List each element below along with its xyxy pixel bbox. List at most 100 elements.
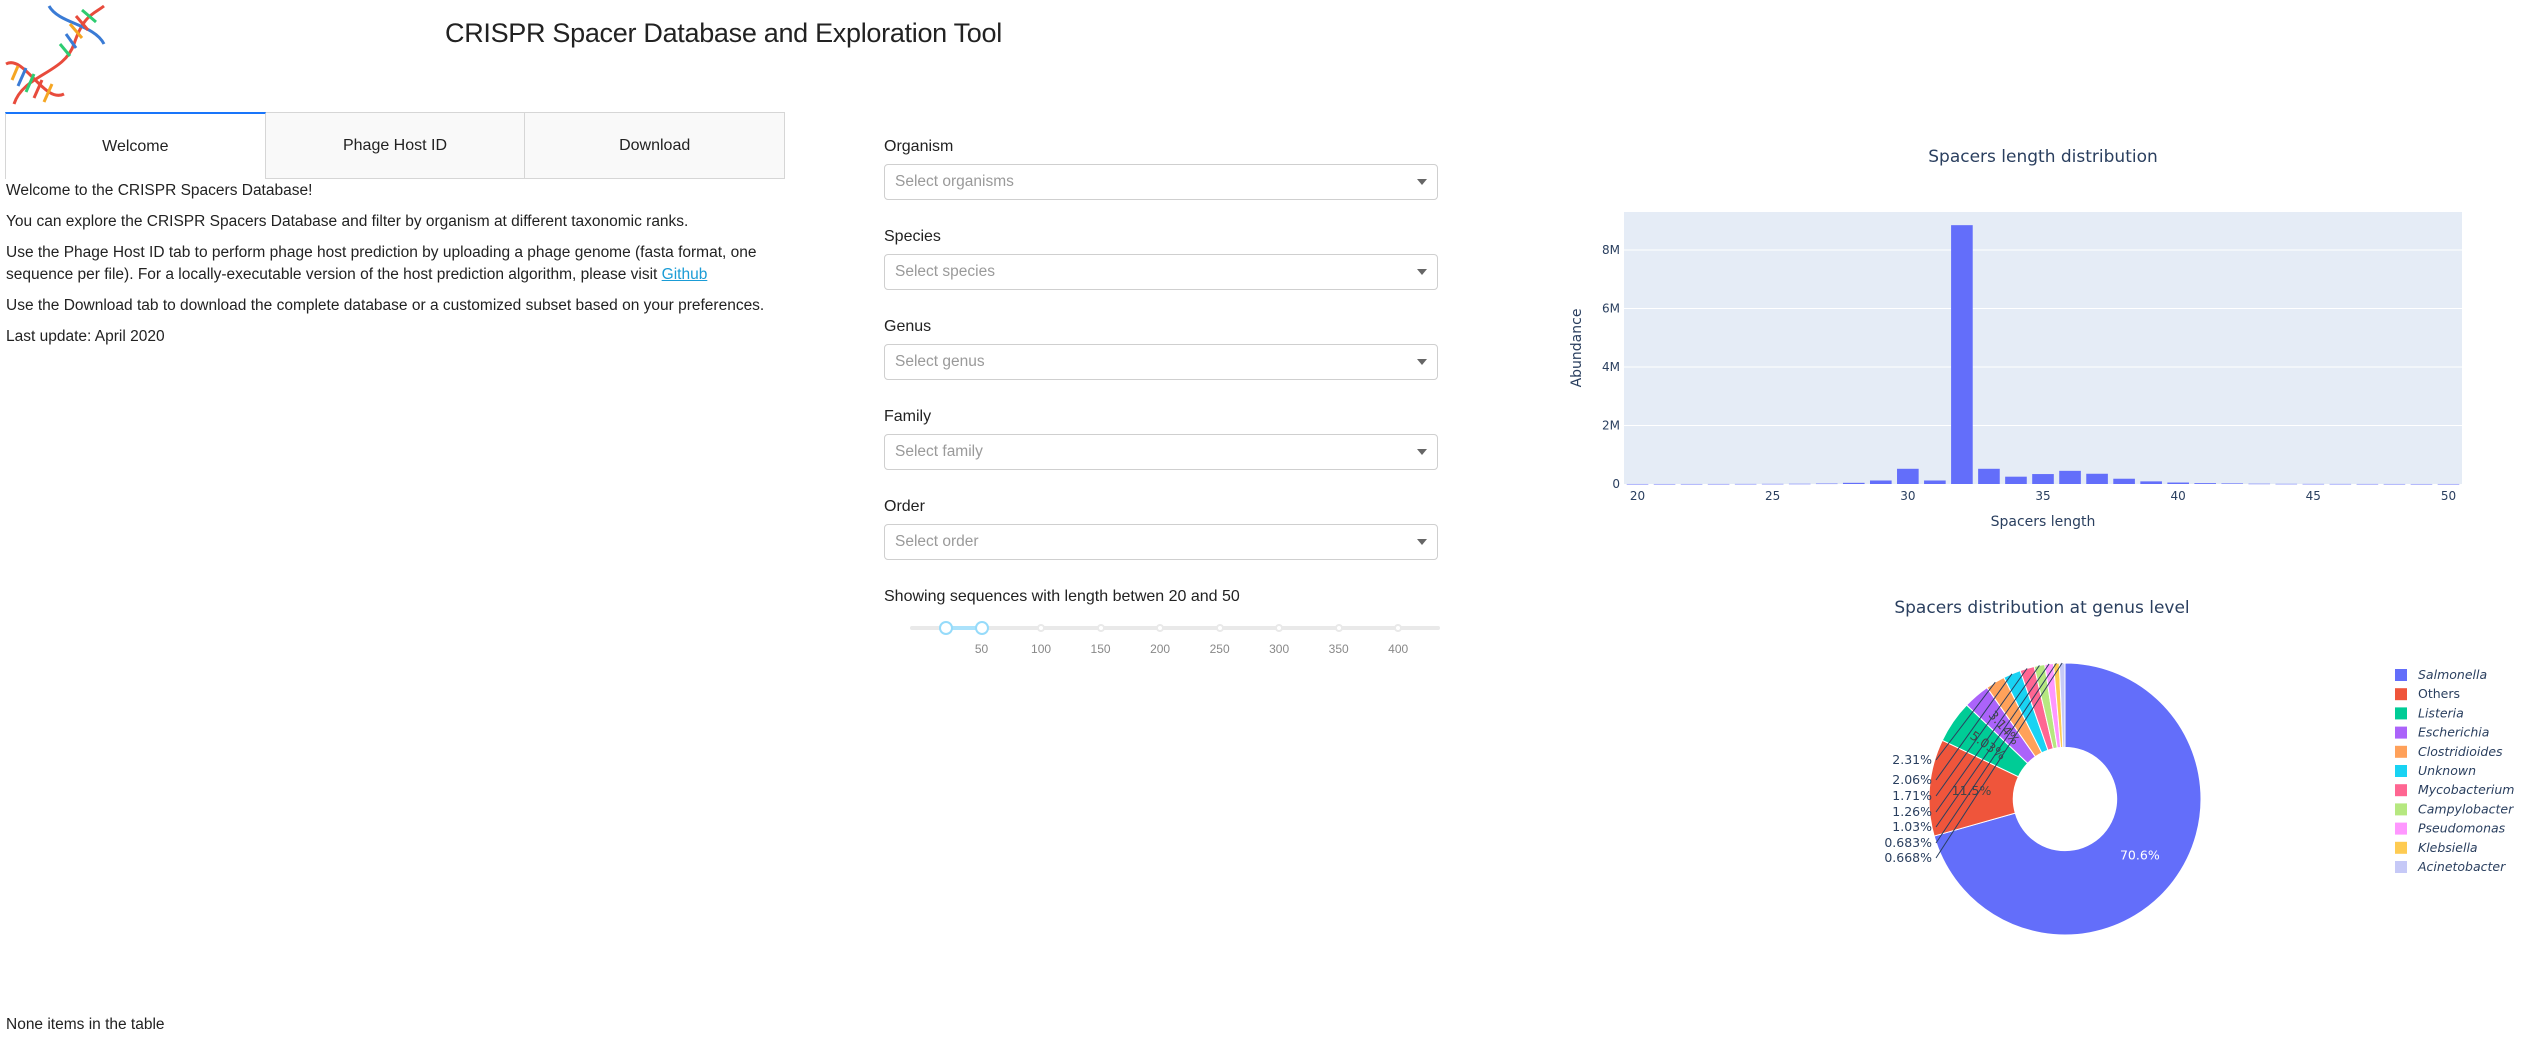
legend-item[interactable]: Mycobacterium (2418, 782, 2514, 797)
bar (2113, 478, 2135, 484)
slider-rail (910, 626, 1440, 630)
y-axis-title: Abundance (1569, 309, 1585, 388)
legend-item[interactable]: Klebsiella (2418, 840, 2478, 855)
length-range-slider[interactable]: 50 100 150 200 250 300 350 400 (910, 610, 1440, 656)
bar (1924, 480, 1946, 484)
filter-panel: Organism Select organisms Species Select… (884, 138, 1440, 656)
slider-mark-label: 300 (1269, 642, 1290, 656)
genus-distribution-chart: Spacers distribution at genus level 70.6%… (1884, 598, 2514, 936)
slice-label: 0.668% (1884, 850, 1932, 865)
chevron-down-icon (1417, 449, 1427, 455)
slice-label: 1.71% (1892, 788, 1932, 803)
github-link[interactable]: Github (662, 266, 708, 283)
bar (2221, 483, 2244, 484)
chevron-down-icon (1417, 539, 1427, 545)
slider-mark-label: 200 (1150, 642, 1171, 656)
welcome-panel: Welcome to the CRISPR Spacers Database! … (6, 180, 766, 357)
welcome-text: Use the Phage Host ID tab to perform pha… (6, 244, 757, 283)
app-title: CRISPR Spacer Database and Exploration T… (445, 18, 1002, 48)
chevron-down-icon (1417, 359, 1427, 365)
welcome-line: Use the Phage Host ID tab to perform pha… (6, 242, 766, 286)
select-placeholder: Select family (895, 443, 983, 460)
filter-label: Family (884, 408, 932, 425)
y-tick-label: 2M (1602, 419, 1620, 433)
bar (2248, 483, 2271, 485)
legend-item[interactable]: Salmonella (2418, 667, 2487, 682)
chart-title: Spacers length distribution (1928, 147, 2158, 167)
legend-swatch (2395, 784, 2407, 797)
x-tick-label: 40 (2171, 489, 2186, 503)
bar (2059, 470, 2081, 484)
tab-phage-host-id[interactable]: Phage Host ID (265, 112, 526, 179)
x-tick-label: 20 (1630, 489, 1645, 503)
bar (1653, 483, 1676, 485)
slice-label: 2.31% (1892, 752, 1932, 767)
slider-mark-label: 100 (1031, 642, 1052, 656)
order-select[interactable]: Select order (884, 524, 1438, 560)
filter-label: Order (884, 498, 925, 515)
slider-dot (1156, 624, 1165, 632)
select-placeholder: Select genus (895, 353, 985, 370)
legend-item[interactable]: Acinetobacter (2417, 859, 2506, 874)
bar (2437, 483, 2460, 485)
select-placeholder: Select organisms (895, 173, 1014, 190)
x-tick-label: 50 (2441, 489, 2456, 503)
bar (2302, 483, 2325, 485)
tab-bar: Welcome Phage Host ID Download (5, 112, 786, 179)
slider-handle-min[interactable] (938, 621, 953, 635)
dna-logo (5, 4, 106, 105)
legend-swatch (2395, 822, 2407, 835)
chart-title: Spacers distribution at genus level (1894, 598, 2189, 618)
bar (1842, 482, 1865, 484)
bar (1734, 483, 1757, 485)
welcome-line: Welcome to the CRISPR Spacers Database! (6, 182, 313, 199)
x-tick-label: 45 (2306, 489, 2321, 503)
species-filter: Species Select species (884, 228, 1438, 318)
tab-download[interactable]: Download (525, 112, 786, 179)
length-filter: Showing sequences with length betwen 20 … (884, 588, 1440, 656)
slider-mark-label: 400 (1388, 642, 1409, 656)
legend-item[interactable]: Listeria (2418, 705, 2464, 720)
genus-select[interactable]: Select genus (884, 344, 1438, 380)
x-tick-label: 35 (2035, 489, 2050, 503)
bar (2410, 483, 2433, 485)
legend-item[interactable]: Unknown (2418, 763, 2476, 778)
legend-swatch (2395, 861, 2407, 873)
genus-filter: Genus Select genus (884, 318, 1438, 408)
legend-swatch (2395, 688, 2407, 701)
chevron-down-icon (1417, 179, 1427, 185)
x-tick-label: 25 (1765, 489, 1780, 503)
chevron-down-icon (1417, 269, 1427, 275)
slider-dot (1394, 624, 1403, 632)
slider-handle-max[interactable] (974, 621, 989, 635)
slider-dot (1037, 624, 1046, 632)
bar (1680, 483, 1703, 485)
slider-mark-label: 150 (1090, 642, 1111, 656)
slider-mark-label: 350 (1328, 642, 1349, 656)
organism-select[interactable]: Select organisms (884, 164, 1438, 200)
tab-welcome[interactable]: Welcome (5, 112, 266, 179)
slider-dot (1215, 624, 1224, 632)
legend-item[interactable]: Pseudomonas (2418, 821, 2506, 836)
legend-item[interactable]: Escherichia (2418, 725, 2489, 740)
bar (1869, 480, 1892, 484)
legend-item[interactable]: Campylobacter (2418, 801, 2514, 816)
welcome-line: You can explore the CRISPR Spacers Datab… (6, 213, 689, 230)
bar (2167, 482, 2189, 484)
bar (2329, 483, 2352, 485)
length-distribution-chart: Spacers length distribution 0 2M 4M 6M 8M 20 25… (1569, 147, 2462, 530)
plot-area (1624, 212, 2462, 484)
bar (2032, 474, 2054, 484)
slider-label: Showing sequences with length betwen 20 … (884, 588, 1240, 605)
welcome-line: Use the Download tab to download the com… (6, 297, 765, 314)
species-select[interactable]: Select species (884, 254, 1438, 290)
y-tick-label: 6M (1602, 302, 1620, 316)
bar (2005, 476, 2027, 484)
slider-dot (1334, 624, 1343, 632)
legend-item[interactable]: Clostridioides (2418, 744, 2503, 759)
legend-swatch (2395, 803, 2407, 816)
family-filter: Family Select family (884, 408, 1438, 498)
family-select[interactable]: Select family (884, 434, 1438, 470)
slider-mark-label: 250 (1209, 642, 1230, 656)
legend-item[interactable]: Others (2418, 686, 2460, 701)
